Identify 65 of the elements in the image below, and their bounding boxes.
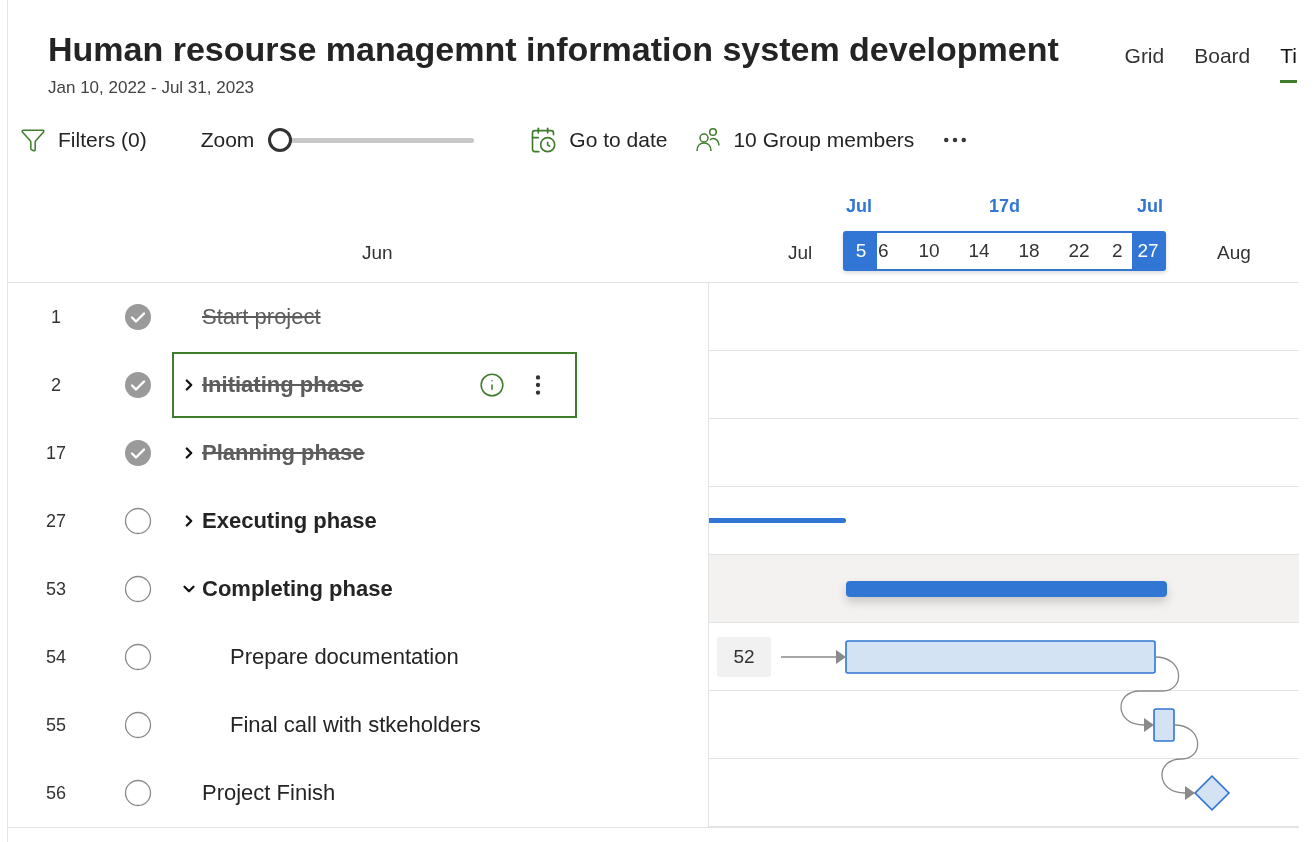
task-name: Completing phase: [202, 576, 393, 602]
zoom-label: Zoom: [200, 128, 255, 152]
predecessor-badge[interactable]: 52: [717, 636, 771, 677]
incomplete-circle-icon[interactable]: [124, 507, 152, 535]
day-tick: 6: [878, 240, 890, 262]
row-number: 56: [45, 782, 67, 804]
incomplete-circle-icon[interactable]: [124, 779, 152, 807]
task-name: Prepare documentation: [230, 644, 459, 670]
dependency-arrow: [780, 650, 846, 664]
completed-check-icon[interactable]: [124, 303, 152, 331]
zoom-slider[interactable]: [268, 128, 475, 152]
task-name: Planning phase: [202, 440, 365, 466]
month-label: Aug: [1217, 242, 1251, 264]
row-number: 2: [50, 374, 62, 396]
task-name-cell[interactable]: Project Finish: [172, 760, 577, 826]
task-name: Executing phase: [202, 508, 377, 534]
task-name-cell[interactable]: Final call with stkeholders: [172, 692, 577, 758]
filter-icon: [20, 127, 46, 153]
task-name-cell[interactable]: Initiating phase: [172, 352, 577, 418]
task-name: Final call with stkeholders: [230, 712, 481, 738]
filters-button[interactable]: Filters (0): [20, 127, 147, 153]
day-tick: 18: [1017, 240, 1041, 262]
group-members-button[interactable]: 10 Group members: [695, 127, 915, 153]
go-to-date-button[interactable]: Go to date: [529, 126, 668, 154]
incomplete-circle-icon[interactable]: [124, 711, 152, 739]
view-tab[interactable]: Board: [1194, 44, 1251, 83]
project-date-range: Jan 10, 2022 - Jul 31, 2023: [48, 78, 256, 98]
project-title: Human resourse managemnt information system development: [48, 30, 1059, 68]
task-name-cell[interactable]: Completing phase: [172, 556, 577, 622]
day-tick: 22: [1067, 240, 1091, 262]
task-name: Project Finish: [202, 780, 336, 806]
range-start-day[interactable]: 5: [845, 233, 877, 269]
task-name-cell[interactable]: Executing phase: [172, 488, 577, 554]
task-name-cell[interactable]: Start project: [172, 284, 577, 350]
task-name: Start project: [202, 304, 321, 330]
completed-check-icon[interactable]: [124, 371, 152, 399]
task-name: Initiating phase: [202, 372, 364, 398]
day-tick: 10: [917, 240, 941, 262]
month-label: Jul: [788, 242, 813, 264]
row-number: 27: [45, 510, 67, 532]
zoom-slider-thumb[interactable]: [268, 128, 293, 152]
row-number: 1: [50, 306, 62, 328]
day-tick: 14: [967, 240, 991, 262]
view-tab[interactable]: Ti: [1280, 44, 1297, 83]
calendar-icon: [529, 126, 558, 154]
task-name-cell[interactable]: Prepare documentation: [172, 624, 577, 690]
day-tick: 2: [1112, 240, 1124, 262]
incomplete-circle-icon[interactable]: [124, 643, 152, 671]
info-icon[interactable]: [479, 372, 505, 398]
range-start-month: Jul: [846, 196, 872, 217]
incomplete-circle-icon[interactable]: [124, 575, 152, 603]
row-number: 55: [45, 714, 67, 736]
view-tab[interactable]: Grid: [1124, 44, 1165, 83]
range-end-day[interactable]: 27: [1132, 233, 1164, 269]
row-number: 17: [45, 442, 67, 464]
range-end-month: Jul: [1137, 196, 1163, 217]
people-icon: [695, 127, 722, 153]
task-bar[interactable]: [1153, 708, 1175, 742]
month-label: Jun: [362, 242, 393, 264]
task-name-cell[interactable]: Planning phase: [172, 420, 577, 486]
row-number: 54: [45, 646, 67, 668]
completed-check-icon[interactable]: [124, 439, 152, 467]
range-duration: 17d: [989, 196, 1020, 217]
row-number: 53: [45, 578, 67, 600]
task-bar[interactable]: [845, 640, 1156, 674]
